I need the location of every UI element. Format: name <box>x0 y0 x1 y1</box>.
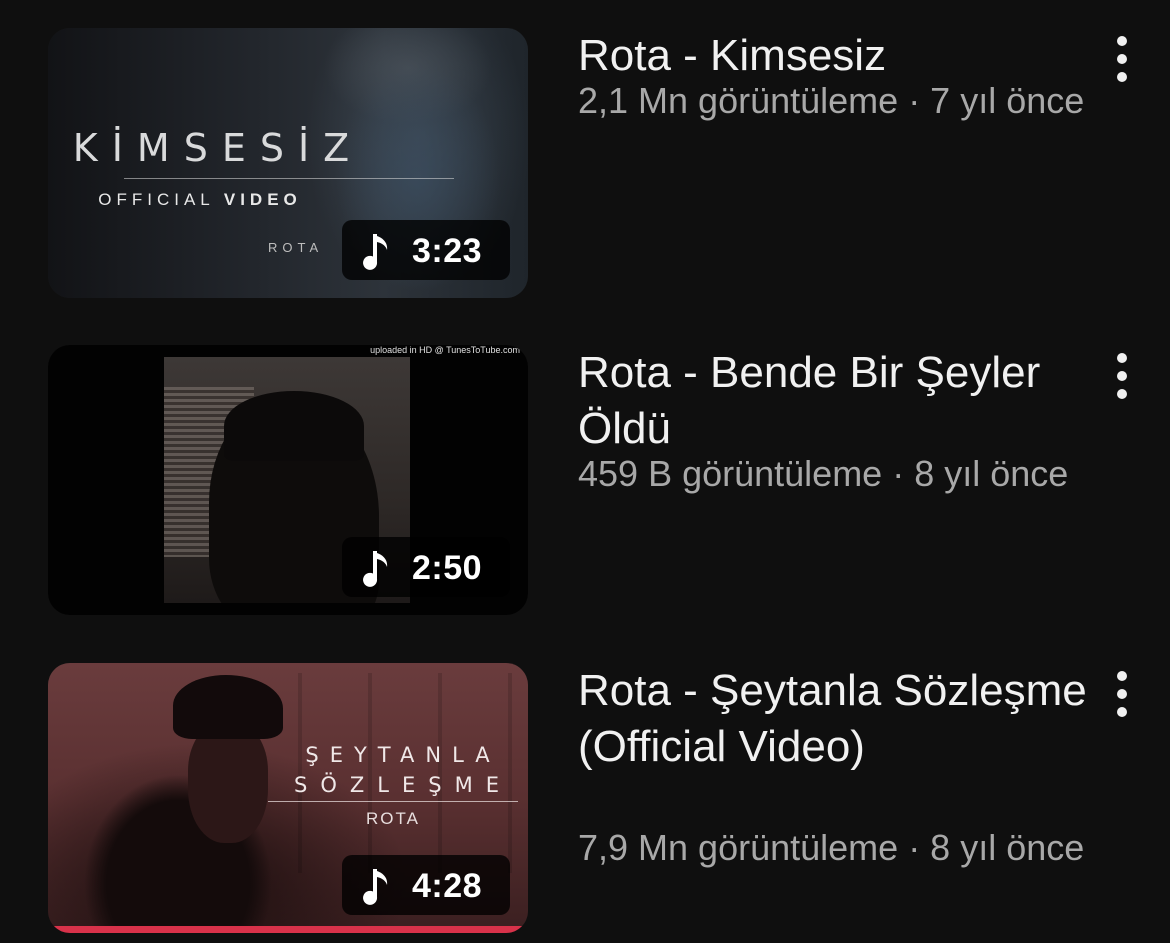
music-note-icon <box>363 234 388 270</box>
thumbnail-title-line-1: ŞEYTANLA <box>305 743 501 767</box>
music-note-icon <box>363 869 388 905</box>
thumbnail-divider <box>268 801 518 802</box>
thumbnail-subtitle: OFFICIAL VIDEO <box>48 190 440 210</box>
video-meta: 459 B görüntüleme · 8 yıl önce <box>578 453 1069 494</box>
video-item-2[interactable]: uploaded in HD @ TunesToTube.com 2:50 Ro… <box>0 345 1170 625</box>
thumbnail-cap <box>173 675 283 739</box>
thumbnail-title-line-2: SÖZLEŞME <box>294 773 512 797</box>
duration-badge: 4:28 <box>342 855 510 915</box>
more-vertical-icon[interactable] <box>1108 669 1136 719</box>
video-title[interactable]: Rota - Şeytanla Sözleşme (Official Video… <box>578 663 1098 775</box>
video-thumbnail[interactable]: uploaded in HD @ TunesToTube.com 2:50 <box>48 345 528 615</box>
duration-text: 3:23 <box>412 232 483 270</box>
duration-text: 2:50 <box>412 549 483 587</box>
music-note-icon <box>363 551 388 587</box>
duration-badge: 3:23 <box>342 220 510 280</box>
thumbnail-divider <box>124 178 454 179</box>
thumbnail-cap <box>224 391 364 461</box>
thumbnail-subtitle-plain: OFFICIAL <box>98 190 215 209</box>
video-thumbnail[interactable]: KİMSESİZ OFFICIAL VIDEO ROTA 3:23 <box>48 28 528 298</box>
thumbnail-artist: ROTA <box>268 240 324 255</box>
video-thumbnail[interactable]: ŞEYTANLA SÖZLEŞME ROTA 4:28 <box>48 663 528 933</box>
thumbnail-subtitle-bold: VIDEO <box>223 190 302 209</box>
video-title[interactable]: Rota - Kimsesiz <box>578 28 1098 84</box>
video-meta: 7,9 Mn görüntüleme · 8 yıl önce <box>578 827 1085 868</box>
thumbnail-face <box>188 723 268 843</box>
duration-text: 4:28 <box>412 867 483 905</box>
video-item-1[interactable]: KİMSESİZ OFFICIAL VIDEO ROTA 3:23 Rota -… <box>0 28 1170 308</box>
thumbnail-watermark: uploaded in HD @ TunesToTube.com <box>370 345 520 355</box>
watched-progress-bar <box>48 926 528 933</box>
thumbnail-title-text: KİMSESİZ <box>72 126 364 170</box>
video-meta: 2,1 Mn görüntüleme · 7 yıl önce <box>578 80 1085 121</box>
video-item-3[interactable]: ŞEYTANLA SÖZLEŞME ROTA 4:28 Rota - Şeyta… <box>0 663 1170 943</box>
video-title[interactable]: Rota - Bende Bir Şeyler Öldü <box>578 345 1098 457</box>
thumbnail-artist: ROTA <box>366 809 420 828</box>
more-vertical-icon[interactable] <box>1108 34 1136 84</box>
duration-badge: 2:50 <box>342 537 510 597</box>
more-vertical-icon[interactable] <box>1108 351 1136 401</box>
